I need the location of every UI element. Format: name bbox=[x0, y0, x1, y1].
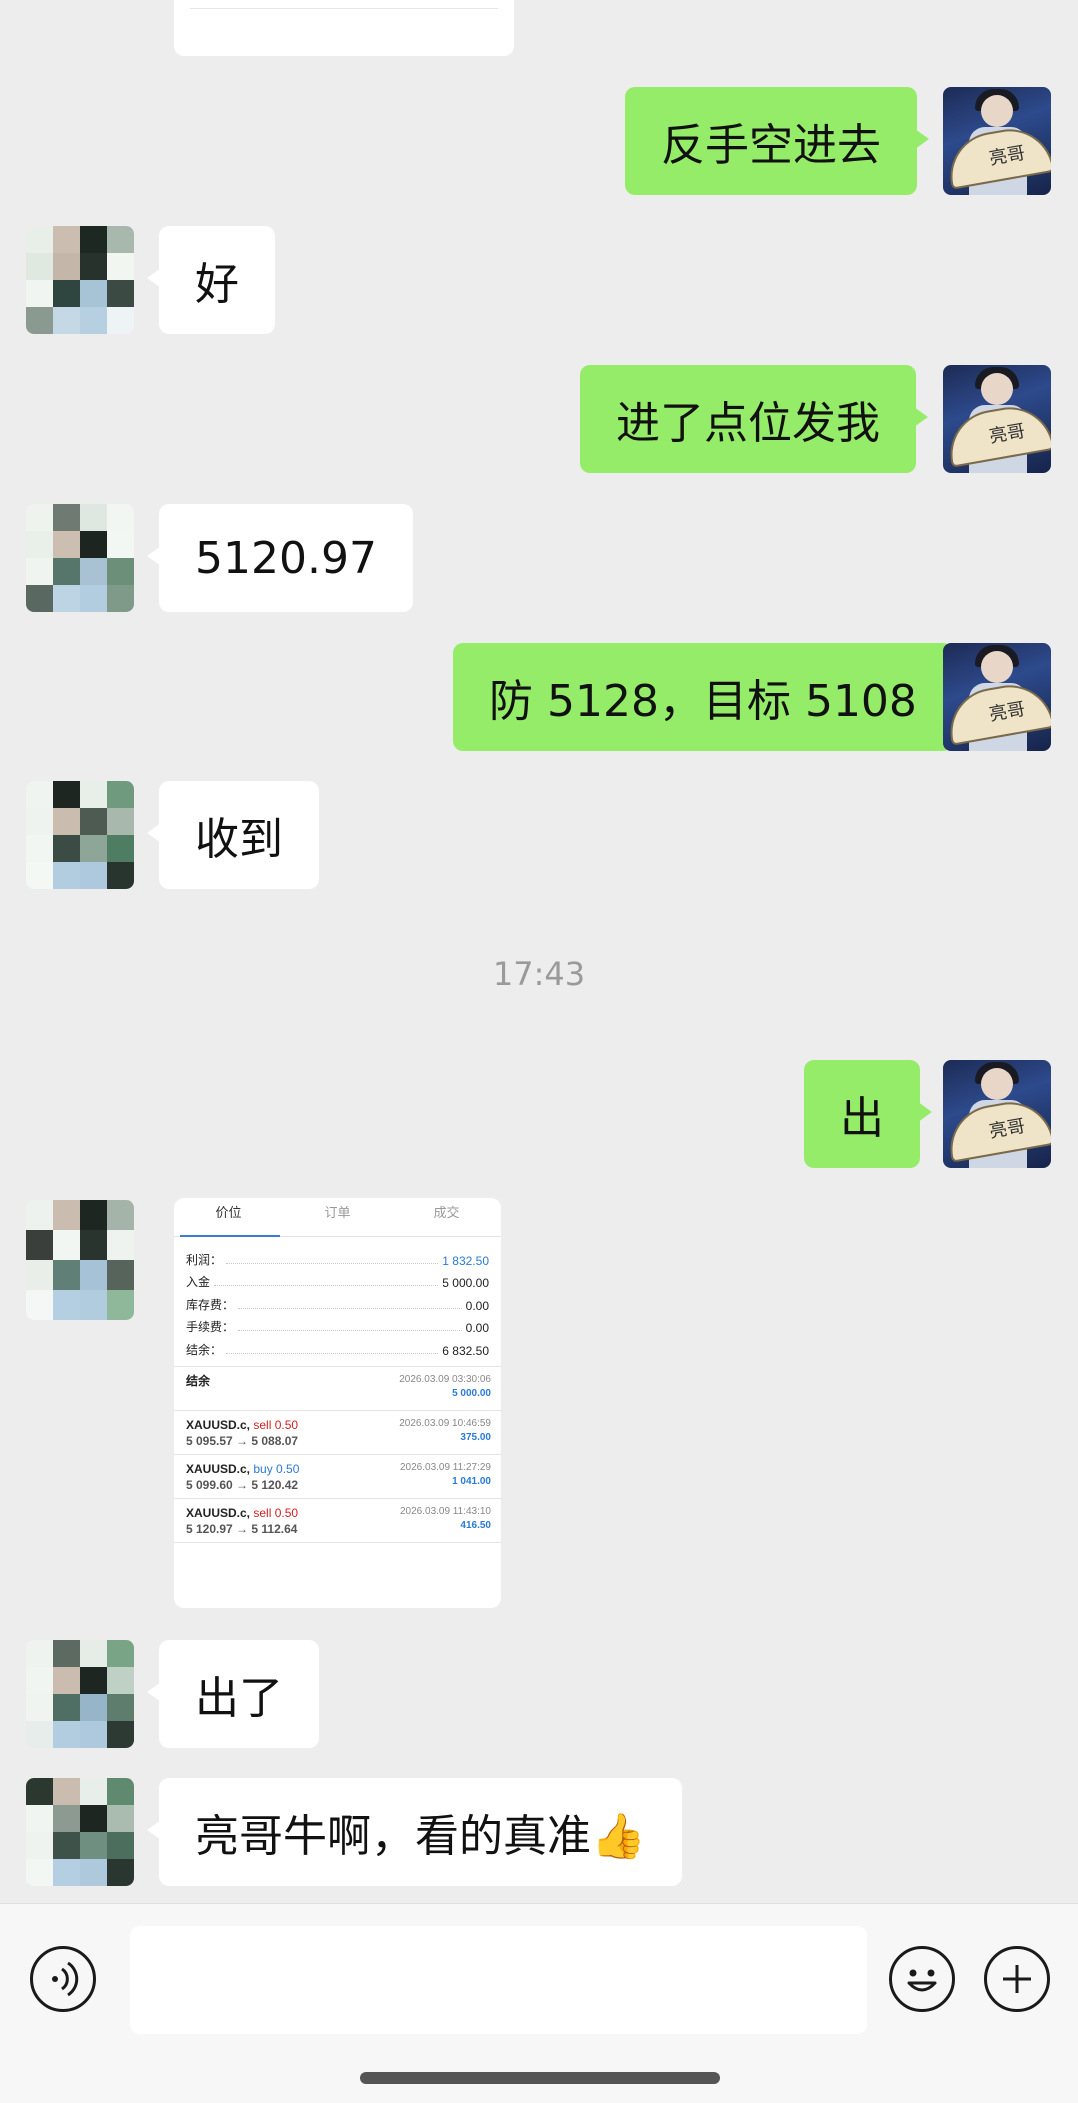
fan-icon: 亮哥 bbox=[943, 1095, 1051, 1163]
emoji-icon[interactable] bbox=[889, 1946, 955, 2012]
deal-row: XAUUSD.c, sell 0.50 5 095.57 → 5 088.07 2… bbox=[174, 1409, 501, 1454]
message-bubble-other[interactable]: 好 bbox=[147, 226, 275, 334]
plus-icon[interactable] bbox=[984, 1946, 1050, 2012]
trade-tabs: 价位 订单 成交 bbox=[174, 1198, 501, 1237]
deal-row: XAUUSD.c, sell 0.50 5 120.97 → 5 112.64 2… bbox=[174, 1497, 501, 1542]
summary-row-balance: 结余： 6 832.50 bbox=[186, 1342, 489, 1358]
avatar-self[interactable]: 亮哥 bbox=[943, 87, 1051, 195]
tab-underline bbox=[180, 1235, 280, 1237]
trade-screenshot-message[interactable]: 价位 订单 成交 利润： 1 832.50 入金 5 000.00 库存费： 0.00… bbox=[174, 1198, 501, 1608]
home-indicator[interactable] bbox=[360, 2072, 720, 2084]
avatar-other[interactable] bbox=[26, 781, 134, 889]
avatar-other[interactable] bbox=[26, 226, 134, 334]
message-input[interactable] bbox=[130, 1926, 867, 2034]
voice-icon[interactable] bbox=[30, 1946, 96, 2012]
summary-row-swap: 库存费： 0.00 bbox=[186, 1297, 489, 1313]
balance-entry: 结余 2026.03.09 03:30:06 5 000.00 bbox=[174, 1365, 501, 1410]
input-bar bbox=[0, 1903, 1078, 2103]
avatar-self[interactable]: 亮哥 bbox=[943, 643, 1051, 751]
summary-row-commission: 手续费： 0.00 bbox=[186, 1320, 489, 1335]
avatar-face bbox=[981, 651, 1013, 683]
avatar-other[interactable] bbox=[26, 504, 134, 612]
message-bubble-self[interactable]: 进了点位发我 bbox=[580, 365, 928, 473]
deal-row: XAUUSD.c, buy 0.50 5 099.60 → 5 120.42 20… bbox=[174, 1453, 501, 1498]
message-bubble-other[interactable]: 5120.97 bbox=[147, 504, 413, 612]
avatar-other[interactable] bbox=[26, 1640, 134, 1748]
fan-icon: 亮哥 bbox=[943, 678, 1051, 746]
message-bubble-self[interactable]: 出 bbox=[804, 1060, 932, 1168]
summary-list: 利润： 1 832.50 入金 5 000.00 库存费： 0.00 手续费： 0.00… bbox=[174, 1237, 501, 1358]
avatar-other[interactable] bbox=[26, 1200, 134, 1320]
message-bubble-other[interactable]: 亮哥牛啊，看的真准👍 bbox=[147, 1778, 682, 1886]
summary-row-profit: 利润： 1 832.50 bbox=[186, 1252, 489, 1268]
message-bubble-self[interactable]: 防 5128，目标 5108 bbox=[453, 643, 965, 751]
tab-price: 价位 bbox=[215, 1205, 242, 1220]
previous-image-message[interactable] bbox=[174, 0, 514, 56]
divider bbox=[190, 8, 498, 9]
avatar-face bbox=[981, 373, 1013, 405]
avatar-face bbox=[981, 95, 1013, 127]
fan-icon: 亮哥 bbox=[943, 122, 1051, 190]
avatar-self[interactable]: 亮哥 bbox=[943, 365, 1051, 473]
fan-icon: 亮哥 bbox=[943, 400, 1051, 468]
avatar-other[interactable] bbox=[26, 1778, 134, 1886]
tab-orders: 订单 bbox=[324, 1205, 351, 1220]
message-bubble-other[interactable]: 收到 bbox=[147, 781, 319, 889]
avatar-face bbox=[981, 1068, 1013, 1100]
message-bubble-self[interactable]: 反手空进去 bbox=[625, 87, 929, 195]
timestamp: 17:43 bbox=[492, 955, 586, 993]
message-bubble-other[interactable]: 出了 bbox=[147, 1640, 319, 1748]
chat-area[interactable]: 反手空进去 亮哥 好 进了点位发我 亮哥 5120.97 防 5128，目标 5… bbox=[0, 0, 1078, 1903]
tab-deals: 成交 bbox=[433, 1205, 460, 1220]
summary-row-deposit: 入金 5 000.00 bbox=[186, 1275, 489, 1290]
avatar-self[interactable]: 亮哥 bbox=[943, 1060, 1051, 1168]
divider bbox=[174, 1541, 501, 1543]
